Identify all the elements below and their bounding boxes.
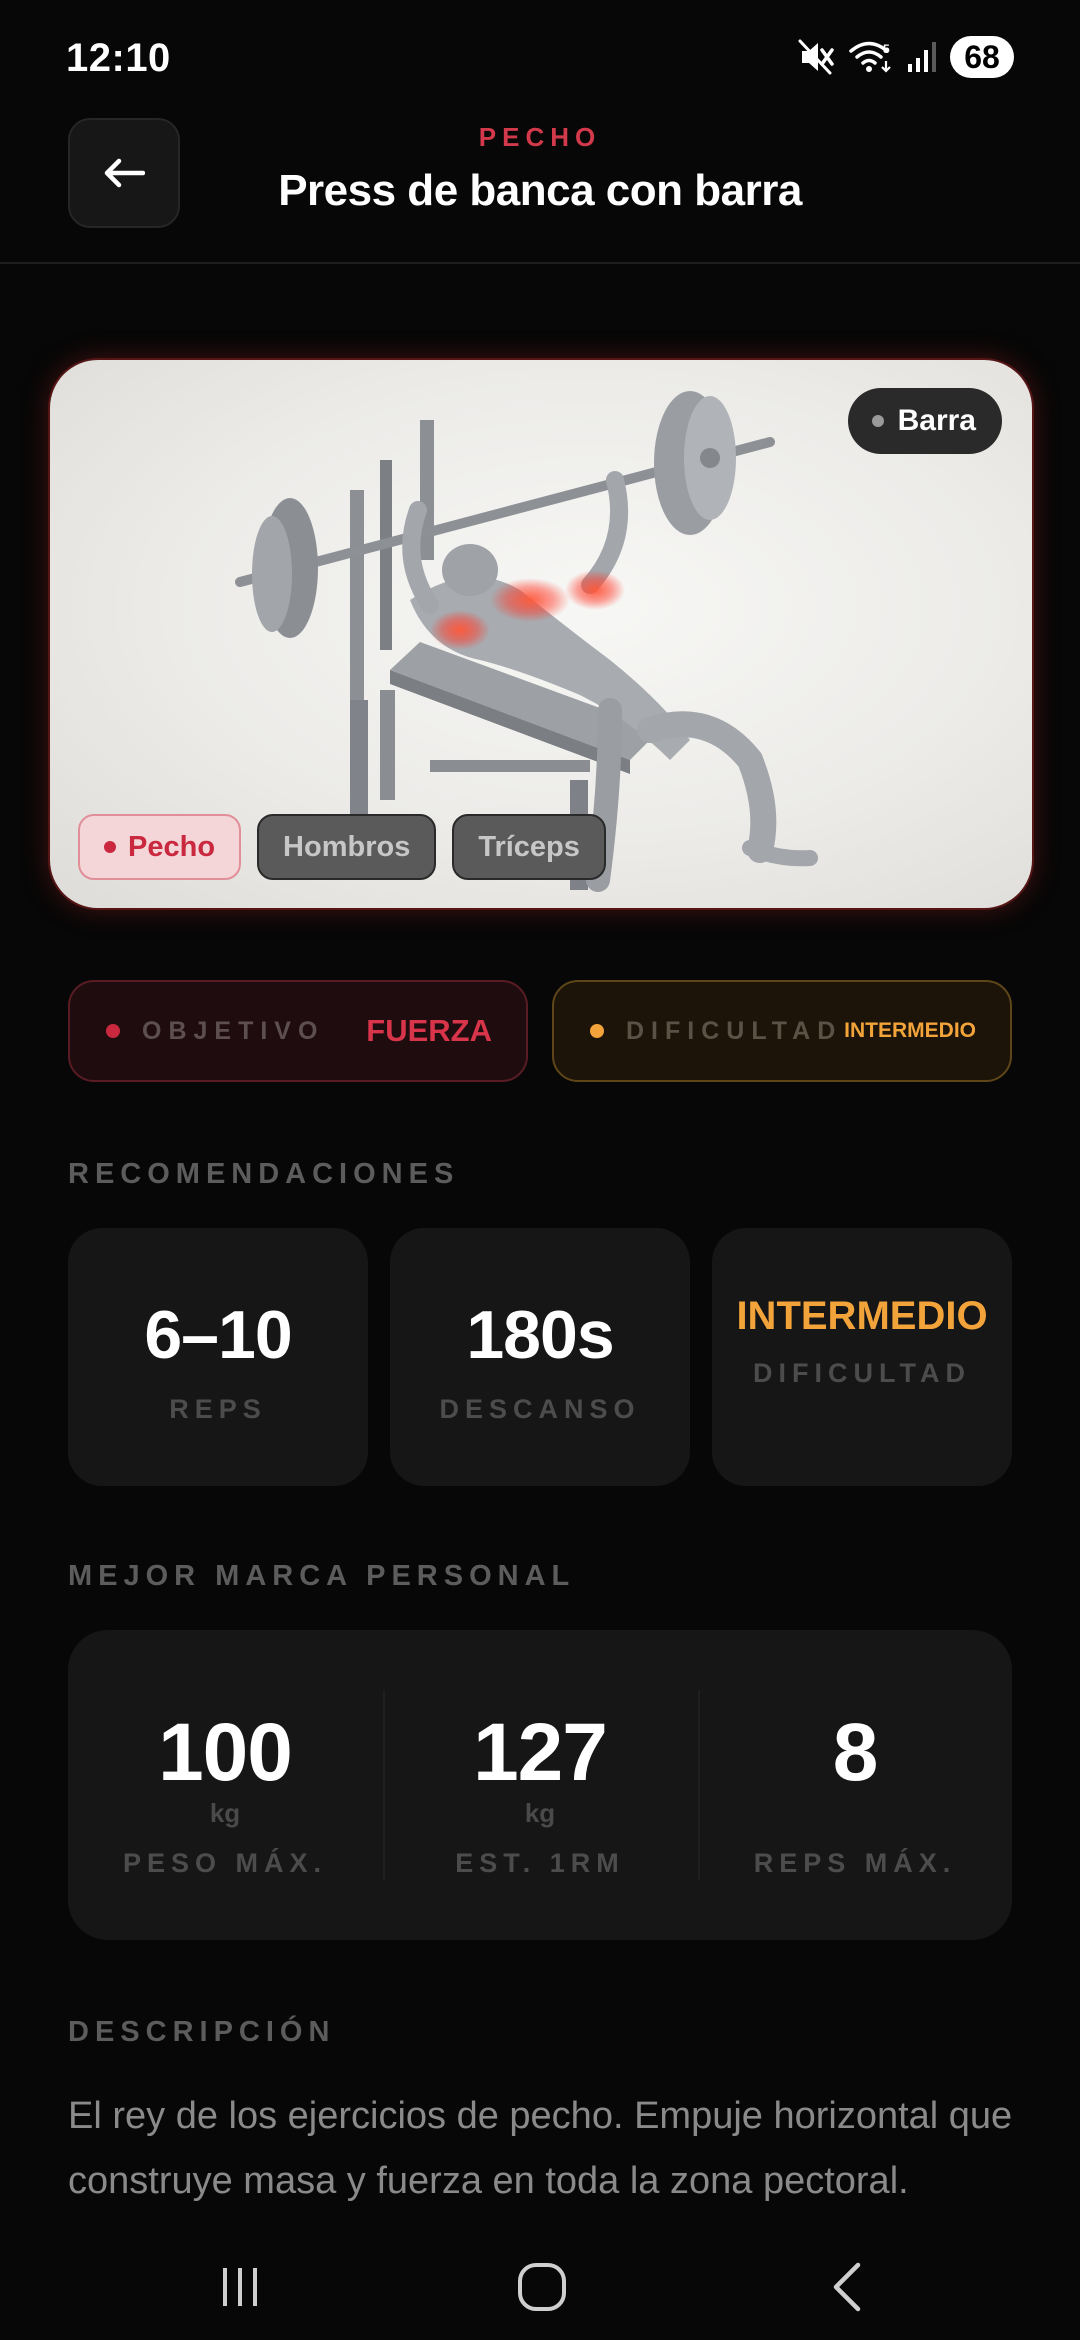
muscle-tags: Pecho Hombros Tríceps (78, 814, 606, 880)
rec-label: REPS (169, 1394, 267, 1424)
difficulty-pill: DIFICULTAD INTERMEDIO (552, 980, 1012, 1082)
recent-apps-icon (223, 2268, 257, 2306)
pb-value: 127 (473, 1707, 608, 1798)
home-icon (518, 2263, 566, 2311)
muscle-tag-label: Hombros (283, 830, 411, 863)
equipment-label: Barra (897, 404, 976, 437)
equipment-dot (871, 415, 884, 427)
description-title: DESCRIPCIÓN (68, 2016, 336, 2048)
mute-icon (798, 39, 834, 75)
pb-label: PESO MÁX. (122, 1848, 328, 1878)
recommendations-title: RECOMENDACIONES (68, 1158, 460, 1190)
pb-label: REPS MÁX. (753, 1848, 957, 1878)
objective-value: FUERZA (366, 1013, 492, 1048)
signal-icon (908, 42, 936, 72)
battery-icon: 68 (950, 36, 1014, 78)
rec-value: 180s (466, 1297, 614, 1373)
pb-unit: kg (524, 1798, 556, 1828)
header: PECHO Press de banca con barra (0, 118, 1080, 264)
pb-label: EST. 1RM (455, 1848, 625, 1878)
difficulty-label: DIFICULTAD (626, 1016, 843, 1045)
pb-value: 100 (158, 1707, 293, 1798)
muscle-tag-label: Pecho (128, 830, 216, 863)
equipment-badge: Barra (847, 388, 1002, 454)
system-nav-bar (0, 2220, 1080, 2340)
muscle-tag-hombros[interactable]: Hombros (257, 814, 437, 880)
pb-stat-max-weight: 100 kg PESO MÁX. (68, 1630, 382, 1940)
rec-card-reps: 6–10 REPS (68, 1228, 368, 1486)
difficulty-dot (590, 1024, 604, 1038)
wifi-icon: 5 (849, 41, 891, 73)
description-text: El rey de los ejercicios de pecho. Empuj… (68, 2095, 1013, 2202)
exercise-category: PECHO (478, 122, 602, 152)
exercise-illustration-card: Barra Pecho Hombros Tríceps (50, 360, 1032, 908)
muscle-tag-pecho[interactable]: Pecho (78, 814, 242, 880)
primary-muscle-dot (104, 841, 116, 853)
objective-dot (106, 1024, 120, 1038)
rec-card-difficulty: INTERMEDIO DIFICULTAD (712, 1228, 1012, 1486)
svg-text:5: 5 (883, 42, 890, 56)
rec-value: 6–10 (144, 1297, 292, 1373)
back-nav-button[interactable] (796, 2242, 896, 2332)
difficulty-value: INTERMEDIO (844, 1019, 976, 1042)
chevron-left-icon (833, 2262, 861, 2312)
pb-stat-max-reps: 8 REPS MÁX. (698, 1630, 1012, 1940)
status-bar: 12:10 5 68 (0, 0, 1080, 118)
objective-label: OBJETIVO (142, 1016, 325, 1045)
status-icons: 5 68 (798, 34, 1014, 80)
personal-best-card: 100 kg PESO MÁX. 127 kg EST. 1RM 8 REPS … (68, 1630, 1012, 1940)
status-time: 12:10 (66, 36, 171, 80)
muscle-tag-label: Tríceps (478, 830, 580, 863)
recent-apps-button[interactable] (190, 2242, 290, 2332)
rec-card-rest: 180s DESCANSO (390, 1228, 690, 1486)
objective-pill: OBJETIVO FUERZA (68, 980, 528, 1082)
page-title: Press de banca con barra (278, 166, 802, 215)
pb-unit: kg (209, 1798, 241, 1828)
personal-best-title: MEJOR MARCA PERSONAL (68, 1560, 576, 1592)
pb-value: 8 (832, 1707, 879, 1798)
home-button[interactable] (492, 2242, 592, 2332)
rec-value: INTERMEDIO (736, 1294, 988, 1338)
muscle-tag-triceps[interactable]: Tríceps (452, 814, 606, 880)
rec-label: DESCANSO (439, 1394, 641, 1424)
pb-stat-est-1rm: 127 kg EST. 1RM (383, 1630, 697, 1940)
rec-label: DIFICULTAD (753, 1358, 971, 1388)
